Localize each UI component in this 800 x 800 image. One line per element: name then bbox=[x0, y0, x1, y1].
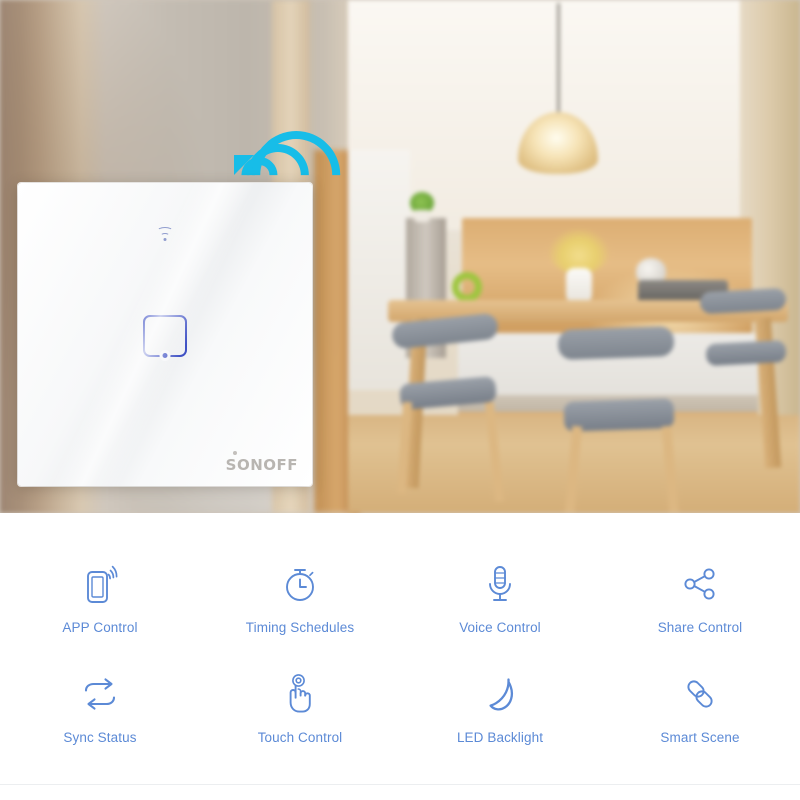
chair-back bbox=[557, 325, 675, 361]
crescent-moon-icon bbox=[477, 671, 523, 717]
microphone-icon bbox=[477, 561, 523, 607]
wifi-indicator-icon bbox=[156, 227, 174, 241]
feature-label: Timing Schedules bbox=[245, 620, 355, 635]
feature-app-control[interactable]: APP Control bbox=[0, 561, 200, 635]
feature-touch-control[interactable]: Touch Control bbox=[200, 671, 400, 745]
feature-label: LED Backlight bbox=[456, 730, 544, 745]
sync-arrows-icon bbox=[77, 671, 123, 717]
section-divider bbox=[0, 784, 800, 785]
chair-seat bbox=[705, 339, 787, 367]
feature-voice-control[interactable]: Voice Control bbox=[400, 561, 600, 635]
pendant-lamp-cord bbox=[557, 3, 560, 115]
share-nodes-icon bbox=[677, 561, 723, 607]
stopwatch-icon bbox=[277, 561, 323, 607]
kitchen-scene bbox=[348, 0, 800, 513]
hero-product-photo: SONOFF bbox=[0, 0, 800, 513]
chair-back bbox=[699, 287, 787, 315]
wifi-broadcast-icon bbox=[234, 101, 359, 238]
feature-highlights-section: APP Control Timing Schedules Voice Contr… bbox=[0, 513, 800, 785]
feature-row-1: APP Control Timing Schedules Voice Contr… bbox=[0, 561, 800, 635]
product-page: SONOFF APP Control Timing Schedules Voic… bbox=[0, 0, 800, 800]
feature-label: Touch Control bbox=[257, 730, 343, 745]
feature-sync-status[interactable]: Sync Status bbox=[0, 671, 200, 745]
feature-timing-schedules[interactable]: Timing Schedules bbox=[200, 561, 400, 635]
feature-label: Share Control bbox=[657, 620, 743, 635]
green-bowl bbox=[452, 272, 482, 302]
feature-led-backlight[interactable]: LED Backlight bbox=[400, 671, 600, 745]
feature-label: Voice Control bbox=[459, 620, 541, 635]
feature-smart-scene[interactable]: Smart Scene bbox=[600, 671, 800, 745]
feature-share-control[interactable]: Share Control bbox=[600, 561, 800, 635]
key-led-indicator bbox=[162, 353, 168, 358]
hand-tap-icon bbox=[277, 671, 323, 717]
plant-pot bbox=[414, 210, 430, 222]
chain-link-icon bbox=[677, 671, 723, 717]
feature-row-2: Sync Status Touch Control LED Backlight … bbox=[0, 671, 800, 745]
window-light bbox=[348, 150, 410, 390]
sonoff-brand-logo: SONOFF bbox=[226, 451, 298, 474]
feature-label: Sync Status bbox=[63, 730, 137, 745]
brand-wifi-dot bbox=[232, 451, 237, 455]
smart-wall-switch-panel[interactable]: SONOFF bbox=[18, 183, 312, 486]
feature-label: APP Control bbox=[62, 620, 138, 635]
phone-signal-icon bbox=[77, 561, 123, 607]
feature-label: Smart Scene bbox=[660, 730, 740, 745]
touch-key-button[interactable] bbox=[143, 315, 187, 358]
